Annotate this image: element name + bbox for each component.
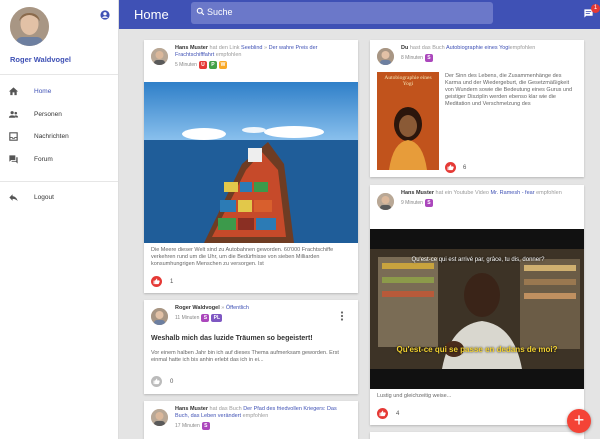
post-title[interactable]: Weshalb mich das luzide Träumen so begei… [151,335,313,342]
user-name[interactable]: Roger Waldvogel [10,55,71,64]
link-title[interactable]: Mr. Ramesh - fear [491,190,535,196]
post-meta: 17 Minuten S [175,422,352,430]
post-time: 5 Minuten [175,61,197,68]
post-header: Roger Waldvogel » Öffentlich 11 Minuten … [175,305,352,322]
sidebar-item-logout[interactable]: Logout [0,181,118,211]
post-time: 9 Minuten [401,199,423,206]
like-button[interactable] [151,276,162,287]
author-name[interactable]: Roger Waldvogel [175,305,220,311]
video-subtitle-1: Qu'est-ce qui est arrivé par, grâce, tu … [411,257,545,263]
sidebar-item-nachrichten[interactable]: Nachrichten [0,126,118,149]
post-header: Du hast das Buch Autobiographie eines Yo… [401,45,578,62]
sidebar-item-personen[interactable]: Personen [0,104,118,127]
thumb-up-icon [379,410,386,417]
post-time: 11 Minuten [175,314,200,321]
sidebar-item-label: Home [34,88,52,95]
messages-badge: 1 [591,4,600,13]
user-avatar[interactable] [10,7,49,46]
sidebar-item-forum[interactable]: Forum [0,149,118,172]
sidebar-item-home[interactable]: Home [0,81,118,104]
add-post-button[interactable]: + [567,409,591,433]
search-input[interactable]: Suche [191,2,493,24]
post-time: 8 Minuten [401,54,423,61]
home-icon [8,87,19,96]
tag-badge: S [424,54,433,62]
feed-post: Hans Muster hat den Link Seeblind » Der … [144,40,358,293]
like-count: 1 [170,279,174,285]
author-avatar[interactable] [151,409,168,426]
post-text: Die Meere dieser Welt sind zu Autobahnen… [151,247,334,267]
like-count: 4 [396,411,400,417]
thumb-up-icon [153,378,160,385]
feed-post: Hans Muster hat ein Youtube Video Mr. Ra… [370,185,584,425]
author-avatar[interactable] [377,48,394,65]
thumb-up-icon [153,278,160,285]
post-text: Der Sinn des Lebens, die Zusammenhänge d… [445,73,573,107]
post-header: Hans Muster hat das Buch Der Pfad des fr… [175,406,352,430]
sidebar-item-label: Personen [34,110,62,118]
like-count: 6 [463,165,467,171]
tag-badge: S [424,199,433,207]
thumb-up-icon [447,164,454,171]
post-time: 17 Minuten [175,422,200,429]
top-app-bar: Home Suche 1 [119,0,600,29]
post-header: Hans Muster hat den Link Seeblind » Der … [175,45,352,69]
post-meta: 8 Minuten S [401,54,578,62]
like-button[interactable] [151,376,162,387]
post-meta: 11 Minuten S PL [175,314,352,322]
logout-icon [9,194,18,202]
sidebar-item-label: Nachrichten [34,133,69,140]
sidebar-item-label: Logout [34,194,54,201]
like-button[interactable] [445,162,456,173]
like-count: 0 [170,379,174,385]
feed-post: Hans Muster hat das Buch Der Pfad des fr… [144,401,358,439]
post-meta: 9 Minuten S [401,199,578,207]
sidebar-nav: Home Personen Nachrichten Forum Logout [0,75,118,211]
feed-post: Du hast das Buch Autobiographie eines Yo… [370,40,584,177]
tag-badge: S [201,422,210,430]
sidebar-item-label: Forum [34,155,53,163]
like-button[interactable] [377,408,388,419]
more-vert-icon[interactable] [340,308,344,326]
video-subtitle-2: Qu'est-ce qui se passe en dedans de moi? [396,345,558,354]
author-name[interactable]: Hans Muster [175,406,208,412]
author-avatar[interactable] [377,193,394,210]
page-title: Home [134,7,169,22]
cargo-ship-image[interactable] [144,82,358,243]
feed-post: Roger Waldvogel » Öffentlich 11 Minuten … [144,300,358,394]
tag-badge: P [208,61,217,69]
author-avatar[interactable] [151,48,168,65]
search-icon [196,7,205,16]
visibility-label: Öffentlich [225,305,249,311]
link-title[interactable]: Autobiographie eines Yogi [446,45,510,51]
people-icon [8,110,19,118]
post-text: Lustig und gleichzeitig weise... [377,393,452,399]
post-meta: 5 Minuten U P W [175,61,352,69]
link-source[interactable]: Seeblind [241,45,262,51]
author-name[interactable]: Du [401,45,408,51]
author-name[interactable]: Hans Muster [175,45,208,51]
forum-icon [9,154,18,164]
book-cover-image[interactable]: Autobiographie eines Yogi [377,72,439,170]
inbox-icon [9,132,18,141]
search-placeholder: Suche [207,7,233,17]
post-text: Vor einem halben Jahr bin ich auf dieses… [151,350,339,363]
author-name[interactable]: Hans Muster [401,190,434,196]
post-header: Hans Muster hat ein Youtube Video Mr. Ra… [401,190,578,207]
feed-post [370,432,584,439]
account-icon[interactable] [100,7,110,25]
profile-section: Roger Waldvogel [0,0,118,75]
video-player[interactable]: Qu'est-ce qui est arrivé par, grâce, tu … [370,229,584,389]
tag-badge: W [218,61,227,69]
sidebar: Roger Waldvogel Home Personen Nachrichte… [0,0,119,439]
tag-badge: S [201,314,210,322]
author-avatar[interactable] [151,308,168,325]
tag-badge: U [198,61,207,69]
tag-badge: PL [211,314,223,322]
